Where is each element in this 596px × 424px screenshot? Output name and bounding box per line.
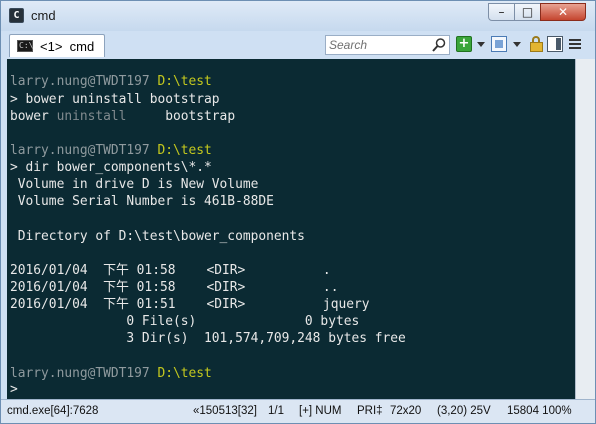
toolbar: C:\ <1> cmd +: [1, 31, 595, 59]
console-output[interactable]: larry.nung@TWDT197 D:\test > bower unins…: [7, 59, 575, 399]
dir-entry-line: 2016/01/04 下午 01:51 <DIR> jquery: [10, 297, 370, 312]
status-priority[interactable]: PRI‡: [357, 405, 383, 417]
status-keyboard[interactable]: [+] NUM: [299, 405, 342, 417]
output-line: Volume Serial Number is 461B-88DE: [10, 194, 274, 209]
output-line: Volume in drive D is New Volume: [10, 177, 259, 192]
close-button[interactable]: ✕: [540, 3, 586, 21]
command-line: > bower uninstall bootstrap: [10, 92, 220, 107]
status-pid[interactable]: 15804 100%: [507, 405, 572, 417]
lock-icon[interactable]: [529, 36, 545, 52]
minimize-button[interactable]: –: [488, 3, 515, 21]
view-icon[interactable]: [547, 36, 563, 52]
summary-line: 0 File(s) 0 bytes: [10, 314, 360, 329]
prompt-line: larry.nung@TWDT197 D:\test: [10, 74, 212, 89]
status-bar: cmd.exe[64]:7628 «150513[32] 1/1 [+] NUM…: [1, 399, 595, 423]
search-input[interactable]: [329, 36, 429, 54]
dir-entry-line: 2016/01/04 下午 01:58 <DIR> ..: [10, 280, 339, 295]
search-icon[interactable]: [431, 37, 447, 53]
output-line: Directory of D:\test\bower_components: [10, 229, 305, 244]
conemu-window: C cmd – □ ✕ C:\ <1> cmd + larry.nung@TWD…: [0, 0, 596, 424]
summary-line: 3 Dir(s) 101,574,709,248 bytes free: [10, 331, 406, 346]
status-console-info[interactable]: «150513[32]: [193, 405, 257, 417]
new-console-dropdown-icon[interactable]: [477, 42, 485, 47]
window-title: cmd: [31, 8, 56, 23]
status-process[interactable]: cmd.exe[64]:7628: [7, 405, 98, 417]
split-icon[interactable]: [491, 36, 507, 52]
maximize-button[interactable]: □: [514, 3, 541, 21]
app-icon[interactable]: C: [9, 8, 24, 23]
new-console-button[interactable]: +: [456, 36, 472, 52]
status-size[interactable]: 72x20: [390, 405, 421, 417]
split-dropdown-icon[interactable]: [513, 42, 521, 47]
prompt-line: larry.nung@TWDT197 D:\test: [10, 366, 212, 381]
output-line: bower uninstall bootstrap: [10, 109, 236, 124]
title-bar[interactable]: C cmd – □ ✕: [1, 1, 595, 31]
search-box[interactable]: [325, 35, 450, 55]
prompt-line: larry.nung@TWDT197 D:\test: [10, 143, 212, 158]
dir-entry-line: 2016/01/04 下午 01:58 <DIR> .: [10, 263, 331, 278]
vertical-scrollbar[interactable]: [575, 59, 595, 399]
tab-console-1[interactable]: C:\ <1> cmd: [9, 34, 105, 57]
command-line: >: [10, 382, 18, 397]
tab-label: <1> cmd: [40, 39, 95, 54]
menu-icon[interactable]: [567, 36, 583, 52]
status-console-index[interactable]: 1/1: [268, 405, 284, 417]
command-line: > dir bower_components\*.*: [10, 160, 212, 175]
status-cursor[interactable]: (3,20) 25V: [437, 405, 491, 417]
console-icon: C:\: [17, 40, 34, 52]
